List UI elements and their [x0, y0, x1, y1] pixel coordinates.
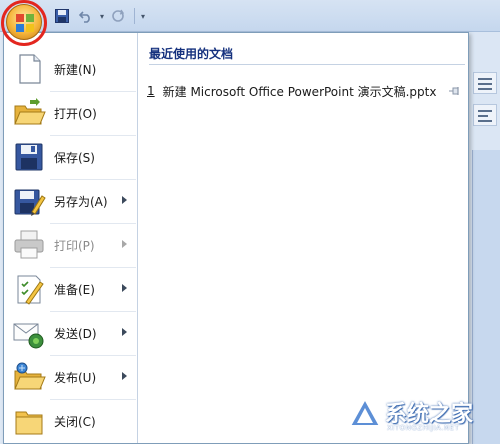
- qat-save-button[interactable]: [52, 6, 72, 26]
- menu-item-label: 关闭(C): [54, 415, 96, 429]
- menu-item-label: 发送(D): [54, 327, 97, 341]
- toolbar-separator: [134, 8, 136, 24]
- menu-item-new[interactable]: 新建(N): [4, 47, 137, 91]
- quick-access-toolbar: ▾ ▾: [52, 6, 145, 26]
- watermark-logo-icon: [348, 396, 382, 427]
- menu-divider: [50, 355, 136, 356]
- save-as-icon: [14, 189, 46, 216]
- menu-commands: 新建(N) 打开(O) 保存(S) 另存为(A) 打印(P) 准备(E) 发送(…: [4, 33, 138, 443]
- menu-item-close[interactable]: 关闭(C): [4, 399, 137, 443]
- submenu-arrow-icon: [122, 240, 127, 248]
- menu-item-label: 打开(O): [54, 107, 97, 121]
- recent-document-name: 新建 Microsoft Office PowerPoint 演示文稿.pptx: [162, 84, 437, 99]
- menu-item-label: 新建(N): [54, 63, 97, 77]
- qat-redo-button[interactable]: [108, 6, 128, 26]
- office-button[interactable]: [6, 4, 42, 40]
- menu-divider: [50, 399, 136, 400]
- menu-item-publish[interactable]: 发布(U): [4, 355, 137, 399]
- submenu-arrow-icon: [122, 284, 127, 292]
- menu-item-label: 保存(S): [54, 151, 95, 165]
- recent-document-number: 1: [147, 84, 155, 98]
- recent-documents-pane: 最近使用的文档 1 新建 Microsoft Office PowerPoint…: [139, 33, 468, 443]
- office-logo-icon: [16, 14, 34, 32]
- align-button[interactable]: [473, 104, 497, 126]
- menu-item-label: 另存为(A): [54, 195, 108, 209]
- pin-icon[interactable]: [449, 86, 461, 96]
- office-menu: 新建(N) 打开(O) 保存(S) 另存为(A) 打印(P) 准备(E) 发送(…: [3, 32, 469, 444]
- menu-item-save[interactable]: 保存(S): [4, 135, 137, 179]
- menu-item-save-as[interactable]: 另存为(A): [4, 179, 137, 223]
- submenu-arrow-icon: [122, 328, 127, 336]
- menu-divider: [50, 91, 136, 92]
- menu-divider: [50, 267, 136, 268]
- menu-item-send[interactable]: 发送(D): [4, 311, 137, 355]
- save-disk-icon: [15, 143, 43, 171]
- prepare-icon: [17, 275, 44, 305]
- menu-item-label: 准备(E): [54, 283, 95, 297]
- menu-item-open[interactable]: 打开(O): [4, 91, 137, 135]
- watermark-subtext: XITONGZHIJIA.NET: [387, 424, 460, 432]
- undo-icon: [79, 11, 90, 23]
- submenu-arrow-icon: [122, 372, 127, 380]
- send-icon: [13, 323, 44, 349]
- watermark: 系统之家 XITONGZHIJIA.NET: [345, 392, 495, 442]
- redo-icon: [112, 9, 125, 22]
- heading-divider: [149, 64, 465, 65]
- save-icon: [55, 9, 69, 23]
- qat-undo-button[interactable]: [76, 6, 96, 26]
- ribbon-edge: [470, 32, 500, 444]
- recent-document-item[interactable]: 1 新建 Microsoft Office PowerPoint 演示文稿.pp…: [145, 81, 463, 101]
- menu-divider: [50, 135, 136, 136]
- bullets-button[interactable]: [473, 72, 497, 94]
- undo-dropdown-icon[interactable]: ▾: [100, 12, 104, 21]
- menu-divider: [50, 223, 136, 224]
- menu-divider: [50, 311, 136, 312]
- menu-item-label: 发布(U): [54, 371, 97, 385]
- close-folder-icon: [15, 411, 43, 435]
- new-document-icon: [19, 54, 41, 84]
- publish-icon: [14, 362, 46, 390]
- customize-qat-icon[interactable]: ▾: [141, 12, 145, 21]
- printer-icon: [14, 230, 44, 259]
- menu-divider: [50, 179, 136, 180]
- recent-documents-heading: 最近使用的文档: [149, 47, 234, 61]
- submenu-arrow-icon: [122, 196, 127, 204]
- menu-item-print[interactable]: 打印(P): [4, 223, 137, 267]
- menu-item-prepare[interactable]: 准备(E): [4, 267, 137, 311]
- open-folder-icon: [14, 98, 46, 125]
- menu-item-label: 打印(P): [54, 239, 95, 253]
